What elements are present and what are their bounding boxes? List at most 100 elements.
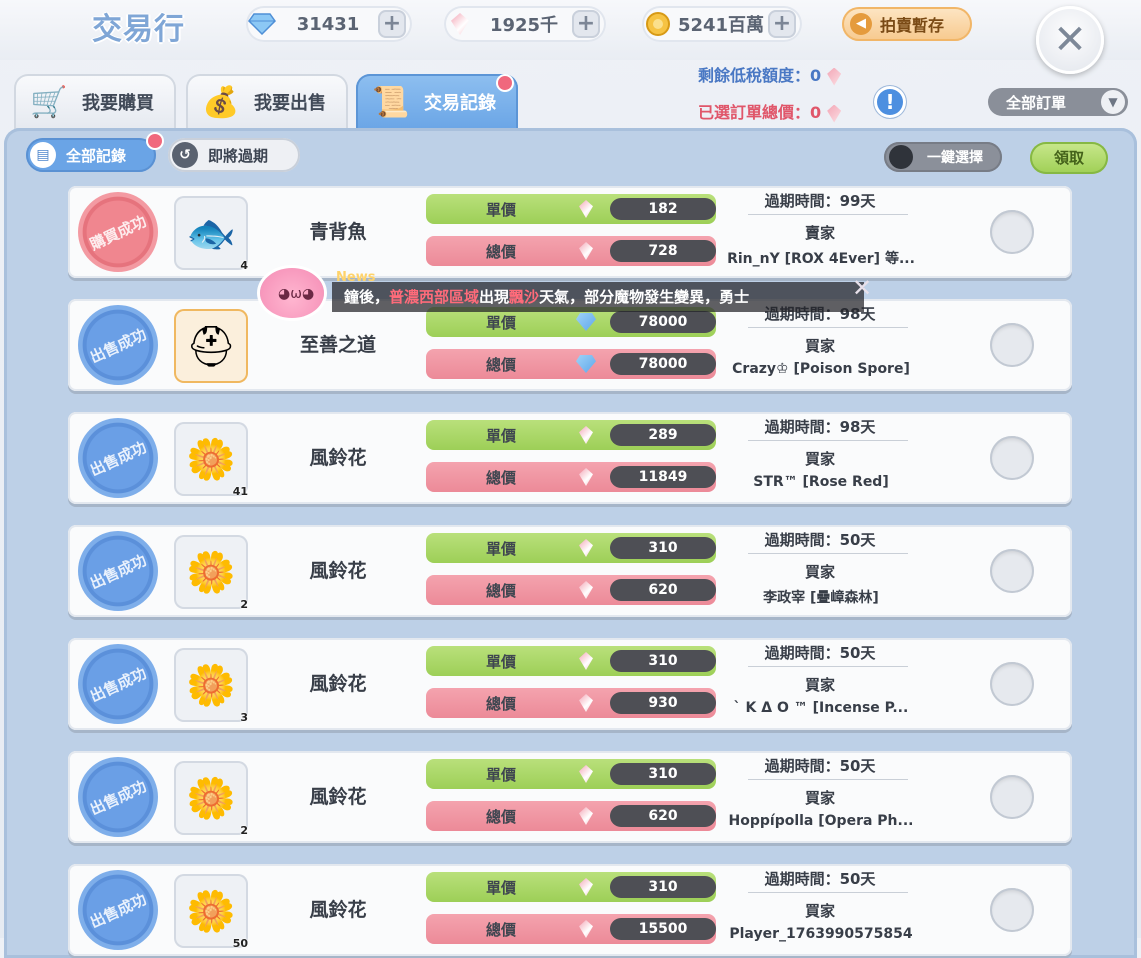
total-price-label: 總價 [485, 355, 516, 374]
select-checkbox[interactable] [990, 323, 1034, 367]
selected-total-value: 0 [810, 103, 822, 122]
arrow-left-icon: ◀ [850, 13, 872, 35]
record-row: 出售成功 🌼 3 風鈴花 單價 310 總價 930 過期時間：50天 買家 `… [68, 638, 1072, 730]
news-text-part: 出現 [479, 288, 510, 306]
add-zeny-button[interactable]: + [768, 10, 796, 38]
notification-dot [148, 134, 162, 148]
counterparty-name: Player_1763990575854 [729, 926, 913, 942]
divider [748, 892, 908, 893]
counterparty-name: Crazy♔ [Poison Spore] [732, 361, 910, 377]
subtab-expiring[interactable]: ↺ 即將過期 [168, 138, 300, 172]
unit-price-value: 289 [610, 424, 716, 446]
unit-price-label: 單價 [485, 765, 516, 784]
select-all-toggle[interactable]: 一鍵選擇 [884, 142, 1002, 172]
total-price-label: 總價 [485, 807, 516, 826]
status-stamp: 出售成功 [78, 305, 158, 385]
unit-price-label: 單價 [485, 878, 516, 897]
crystal-icon [576, 538, 596, 558]
crystal-icon [576, 241, 596, 261]
poring-mascot-icon: ◕ω◕ [260, 268, 324, 318]
tab-sell[interactable]: 💰 我要出售 [186, 74, 348, 130]
news-highlight: 普濃西部區域 [389, 288, 480, 306]
low-tax-label: 剩餘低稅額度： [698, 66, 811, 85]
document-icon: ▤ [30, 142, 56, 168]
select-checkbox[interactable] [990, 436, 1034, 480]
select-checkbox[interactable] [990, 888, 1034, 932]
diamond-icon [576, 354, 596, 374]
item-slot[interactable]: 🌼 2 [174, 761, 248, 837]
unit-price-bar: 單價 310 [426, 759, 716, 789]
record-row: 出售成功 🌼 41 風鈴花 單價 289 總價 11849 過期時間：98天 買… [68, 412, 1072, 504]
subtab-expiring-label: 即將過期 [208, 146, 269, 165]
counterparty-role: 買家 [804, 337, 835, 355]
claim-label: 領取 [1053, 149, 1084, 167]
item-slot[interactable]: 🌼 2 [174, 535, 248, 611]
crystal-icon [576, 877, 596, 897]
total-price-value: 930 [610, 692, 716, 714]
select-all-label: 一鍵選擇 [927, 150, 983, 166]
auction-storage-button[interactable]: ◀ 拍賣暫存 [842, 7, 972, 41]
item-name: 風鈴花 [309, 786, 367, 808]
unit-price-bar: 單價 289 [426, 420, 716, 450]
bell-flower-icon: 🌼 [186, 436, 236, 483]
scroll-icon: 📜 [372, 84, 410, 120]
status-stamp: 出售成功 [78, 418, 158, 498]
select-checkbox[interactable] [990, 210, 1034, 254]
counterparty-role: 買家 [804, 450, 835, 468]
item-quantity: 4 [240, 259, 248, 272]
tab-buy-label: 我要購買 [82, 93, 154, 114]
select-checkbox[interactable] [990, 662, 1034, 706]
counterparty-name: 李政宰 [疊嶂森林] [763, 590, 879, 606]
info-button[interactable]: ! [874, 86, 906, 118]
total-price-label: 總價 [485, 920, 516, 939]
news-text: 鐘後，普濃西部區域出現飄沙天氣，部分魔物發生變異，勇士 [344, 286, 749, 307]
counterparty-name: STR™ [Rose Red] [753, 474, 889, 490]
order-filter-label: 全部訂單 [1006, 93, 1067, 112]
item-slot[interactable]: ⛑ [174, 309, 248, 383]
close-icon: ✕ [1053, 17, 1087, 63]
add-diamond-button[interactable]: + [378, 10, 406, 38]
diamond-icon [246, 8, 278, 40]
status-label: 購買成功 [87, 211, 150, 254]
crystal-icon [576, 806, 596, 826]
subtab-all-records-label: 全部記錄 [66, 146, 127, 165]
select-checkbox[interactable] [990, 549, 1034, 593]
low-tax-quota: 剩餘低稅額度：0 [698, 62, 842, 86]
subtab-all-records[interactable]: ▤ 全部記錄 [26, 138, 156, 172]
divider [748, 327, 908, 328]
news-close-icon[interactable]: ✕ [852, 274, 872, 302]
item-quantity: 41 [232, 485, 248, 498]
item-quantity: 2 [240, 598, 248, 611]
claim-button[interactable]: 領取 [1030, 142, 1108, 174]
expire-time: 過期時間：98天 [764, 418, 876, 436]
item-slot[interactable]: 🌼 3 [174, 648, 248, 724]
item-slot[interactable]: 🌼 41 [174, 422, 248, 498]
page-title: 交易行 [92, 12, 185, 47]
order-filter-dropdown[interactable]: 全部訂單 ▼ [988, 88, 1128, 116]
select-checkbox[interactable] [990, 775, 1034, 819]
unit-price-value: 310 [610, 763, 716, 785]
bell-flower-icon: 🌼 [186, 888, 236, 935]
total-price-bar: 總價 15500 [426, 914, 716, 944]
counterparty-role: 買家 [804, 789, 835, 807]
close-button[interactable]: ✕ [1036, 6, 1104, 74]
unit-price-value: 182 [610, 198, 716, 220]
divider [748, 779, 908, 780]
counterparty-role: 賣家 [804, 224, 835, 242]
total-price-bar: 總價 620 [426, 575, 716, 605]
tab-trade-history[interactable]: 📜 交易記錄 [356, 74, 518, 130]
crystal-icon [576, 199, 596, 219]
crystal-icon [576, 580, 596, 600]
unit-price-bar: 單價 310 [426, 533, 716, 563]
item-slot[interactable]: 🌼 50 [174, 874, 248, 950]
tab-buy[interactable]: 🛒 我要購買 [14, 74, 176, 130]
total-price-label: 總價 [485, 242, 516, 261]
unit-price-value: 310 [610, 537, 716, 559]
bell-flower-icon: 🌼 [186, 775, 236, 822]
expire-time: 過期時間：50天 [764, 870, 876, 888]
item-slot[interactable]: 🐟 4 [174, 196, 248, 272]
divider [748, 214, 908, 215]
auction-storage-label: 拍賣暫存 [880, 16, 945, 35]
add-crystal-button[interactable]: + [572, 10, 600, 38]
fish-icon: 🐟 [186, 210, 236, 257]
